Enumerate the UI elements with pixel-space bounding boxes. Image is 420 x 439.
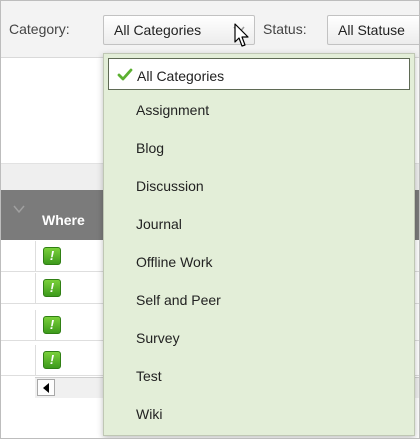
option-label: All Categories (137, 68, 225, 84)
status-select[interactable]: All Statuse (327, 15, 419, 45)
category-option-offline-work[interactable]: Offline Work (104, 245, 414, 277)
column-header-where[interactable]: Where (42, 212, 85, 228)
cell-divider (35, 310, 36, 340)
arrow-left-icon (43, 383, 49, 393)
exclamation-icon[interactable]: ! (43, 279, 61, 297)
exclamation-icon[interactable]: ! (43, 247, 61, 265)
option-label: Discussion (136, 178, 204, 194)
category-option-all[interactable]: All Categories (108, 58, 410, 90)
filter-bar: Category: All Categories Status: All Sta… (1, 1, 419, 58)
option-label: Survey (136, 330, 180, 346)
option-label: Offline Work (136, 254, 213, 270)
cell-divider (35, 241, 36, 271)
option-label: Assignment (136, 102, 210, 118)
option-label: Test (136, 368, 162, 384)
category-option-journal[interactable]: Journal (104, 207, 414, 239)
cell-divider (35, 273, 36, 303)
chevron-down-icon[interactable] (13, 204, 25, 214)
category-select-value: All Categories (114, 22, 202, 38)
status-select-value: All Statuse (338, 22, 405, 38)
status-label: Status: (263, 21, 307, 37)
category-option-discussion[interactable]: Discussion (104, 169, 414, 201)
option-label: Wiki (136, 406, 163, 422)
scroll-left-button[interactable] (37, 379, 55, 396)
category-option-self-and-peer[interactable]: Self and Peer (104, 283, 414, 315)
category-select[interactable]: All Categories (103, 15, 255, 45)
check-icon (117, 68, 133, 81)
mouse-pointer-icon (234, 23, 249, 47)
category-option-blog[interactable]: Blog (104, 131, 414, 163)
category-option-assignment[interactable]: Assignment (104, 93, 414, 125)
exclamation-icon[interactable]: ! (43, 351, 61, 369)
grade-center-panel: Category: All Categories Status: All Sta… (0, 0, 420, 439)
option-label: Self and Peer (136, 292, 221, 308)
option-label: Blog (136, 140, 165, 156)
category-option-test[interactable]: Test (104, 359, 414, 391)
exclamation-icon[interactable]: ! (43, 316, 61, 334)
category-option-survey[interactable]: Survey (104, 321, 414, 353)
cell-divider (35, 345, 36, 375)
category-label: Category: (9, 21, 70, 37)
category-option-wiki[interactable]: Wiki (104, 397, 414, 429)
option-label: Journal (136, 216, 182, 232)
category-dropdown-list: All Categories Assignment Blog Discussio… (103, 53, 415, 436)
